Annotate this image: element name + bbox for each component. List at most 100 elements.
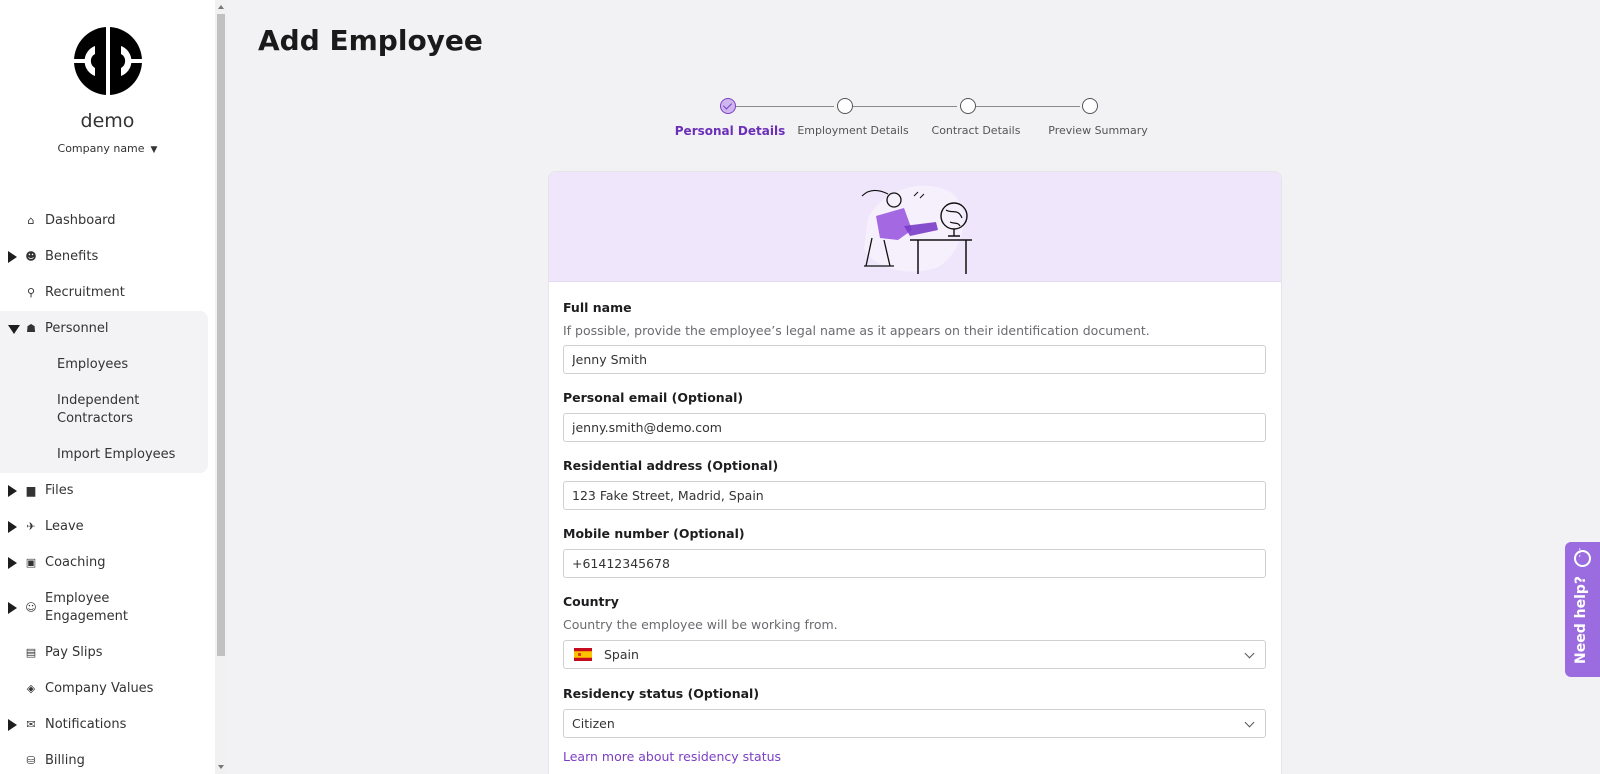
step-label-contract-details[interactable]: Contract Details xyxy=(932,124,1021,137)
scroll-up-arrow-icon[interactable] xyxy=(218,5,224,9)
smile-icon: ☻ xyxy=(25,250,37,263)
magnifier-icon: ⚲ xyxy=(26,286,36,299)
sidebar-scrollbar[interactable] xyxy=(215,0,227,774)
step-connector xyxy=(734,106,834,107)
residency-status-select[interactable]: Citizen xyxy=(563,709,1266,738)
sidebar-item-label: Import Employees xyxy=(57,447,176,462)
sidebar-item-label: Personnel xyxy=(45,321,109,336)
sidebar-item-personnel[interactable]: ☗ Personnel xyxy=(0,311,208,347)
org-name: demo xyxy=(80,110,135,132)
residential-address-input[interactable] xyxy=(563,481,1266,510)
home-icon: ⌂ xyxy=(27,214,35,227)
personal-email-input[interactable] xyxy=(563,413,1266,442)
scroll-down-arrow-icon[interactable] xyxy=(218,765,224,769)
full-name-help: If possible, provide the employee’s lega… xyxy=(563,323,1150,338)
expand-icon[interactable] xyxy=(8,251,17,263)
step-label-preview-summary[interactable]: Preview Summary xyxy=(1048,124,1147,137)
sidebar-item-import-employees[interactable]: Import Employees xyxy=(0,437,208,473)
billing-icon: ⛁ xyxy=(26,754,36,767)
folder-icon: ▆ xyxy=(26,484,36,497)
sidebar-item-dashboard[interactable]: ⌂ Dashboard xyxy=(0,203,215,239)
step-dot-employment-details[interactable] xyxy=(837,98,853,114)
diamond-icon: ◈ xyxy=(26,682,36,695)
country-label: Country xyxy=(563,594,619,609)
full-name-input[interactable] xyxy=(563,345,1266,374)
sidebar-item-label: Coaching xyxy=(45,555,106,570)
need-help-tab[interactable]: Need help? xyxy=(1565,542,1600,677)
person-at-desk-illustration-icon xyxy=(861,185,972,274)
sidebar-item-coaching[interactable]: ▣ Coaching xyxy=(0,545,215,581)
step-label-employment-details[interactable]: Employment Details xyxy=(797,124,908,137)
step-connector xyxy=(976,106,1080,107)
chevron-down-icon xyxy=(1244,717,1255,728)
sidebar-item-label: Employees xyxy=(57,357,129,372)
people-icon: ☗ xyxy=(26,322,36,335)
sidebar-item-label: Dashboard xyxy=(45,213,116,228)
logo xyxy=(0,26,215,96)
expand-icon[interactable] xyxy=(8,557,17,569)
sidebar-item-label: Notifications xyxy=(45,717,127,732)
sidebar-item-notifications[interactable]: ✉ Notifications xyxy=(0,707,215,743)
brand-logo-icon xyxy=(72,26,143,96)
sidebar: demo Company name ▼ ⌂ Dashboard ☻ Benefit… xyxy=(0,0,215,774)
need-help-label: Need help? xyxy=(1573,575,1589,664)
step-dot-personal-details[interactable] xyxy=(720,98,736,114)
sidebar-item-company-values[interactable]: ◈ Company Values xyxy=(0,671,215,707)
spain-flag-icon xyxy=(574,648,592,661)
chat-icon: ▣ xyxy=(25,556,37,569)
plane-icon: ✈ xyxy=(26,520,36,533)
step-connector xyxy=(853,106,957,107)
sidebar-item-employees[interactable]: Employees xyxy=(0,347,208,383)
step-label-personal-details[interactable]: Personal Details xyxy=(675,124,785,138)
expand-icon[interactable] xyxy=(8,485,17,497)
personnel-group: ☗ Personnel Employees Independent Contrac… xyxy=(0,311,208,473)
sidebar-item-recruitment[interactable]: ⚲ Recruitment xyxy=(0,275,215,311)
envelope-icon: ✉ xyxy=(26,718,36,731)
label-line-1: Employee xyxy=(45,591,110,606)
company-select[interactable]: Company name ▼ xyxy=(0,142,215,155)
sidebar-item-benefits[interactable]: ☻ Benefits xyxy=(0,239,215,275)
chevron-down-icon xyxy=(1244,648,1255,659)
collapse-icon[interactable] xyxy=(8,325,20,334)
country-help: Country the employee will be working fro… xyxy=(563,617,838,632)
sidebar-item-label: Employee Engagement xyxy=(45,590,128,626)
residency-status-label: Residency status (Optional) xyxy=(563,686,760,701)
sidebar-item-leave[interactable]: ✈ Leave xyxy=(0,509,215,545)
residency-status-value: Citizen xyxy=(572,716,615,731)
sidebar-item-label: Benefits xyxy=(45,249,99,264)
sidebar-item-independent-contractors[interactable]: Independent Contractors xyxy=(0,383,208,437)
sidebar-item-label: Billing xyxy=(45,753,85,768)
expand-icon[interactable] xyxy=(8,521,17,533)
country-select[interactable]: Spain xyxy=(563,640,1266,669)
caret-down-icon: ▼ xyxy=(150,145,158,155)
sidebar-item-pay-slips[interactable]: ▤ Pay Slips xyxy=(0,635,215,671)
label-line-2: Engagement xyxy=(45,609,128,624)
sidebar-item-label: Company Values xyxy=(45,681,154,696)
sidebar-item-label: Recruitment xyxy=(45,285,125,300)
mobile-number-label: Mobile number (Optional) xyxy=(563,526,745,541)
scrollbar-thumb[interactable] xyxy=(217,14,225,656)
step-dot-preview-summary[interactable] xyxy=(1082,98,1098,114)
company-select-label: Company name xyxy=(57,142,145,155)
personal-details-card: Full name If possible, provide the emplo… xyxy=(548,171,1282,774)
residency-status-learn-more-link[interactable]: Learn more about residency status xyxy=(563,749,781,764)
progress-stepper: Personal Details Employment Details Cont… xyxy=(660,98,1160,148)
document-icon: ▤ xyxy=(25,646,37,659)
personal-email-label: Personal email (Optional) xyxy=(563,390,744,405)
label-line-2: Contractors xyxy=(57,411,133,426)
expand-icon[interactable] xyxy=(8,719,17,731)
step-dot-contract-details[interactable] xyxy=(960,98,976,114)
sidebar-item-label: Leave xyxy=(45,519,84,534)
sidebar-item-employee-engagement[interactable]: ☺ Employee Engagement xyxy=(0,581,215,635)
mobile-number-input[interactable] xyxy=(563,549,1266,578)
full-name-label: Full name xyxy=(563,300,632,315)
expand-icon[interactable] xyxy=(8,602,17,614)
sidebar-item-label: Independent Contractors xyxy=(57,392,139,428)
page-title: Add Employee xyxy=(258,24,483,57)
sidebar-item-label: Pay Slips xyxy=(45,645,103,660)
happy-face-icon: ☺ xyxy=(25,601,37,614)
sidebar-item-label: Files xyxy=(45,483,74,498)
label-line-1: Independent xyxy=(57,393,140,408)
sidebar-item-files[interactable]: ▆ Files xyxy=(0,473,215,509)
sidebar-item-billing[interactable]: ⛁ Billing xyxy=(0,743,215,774)
